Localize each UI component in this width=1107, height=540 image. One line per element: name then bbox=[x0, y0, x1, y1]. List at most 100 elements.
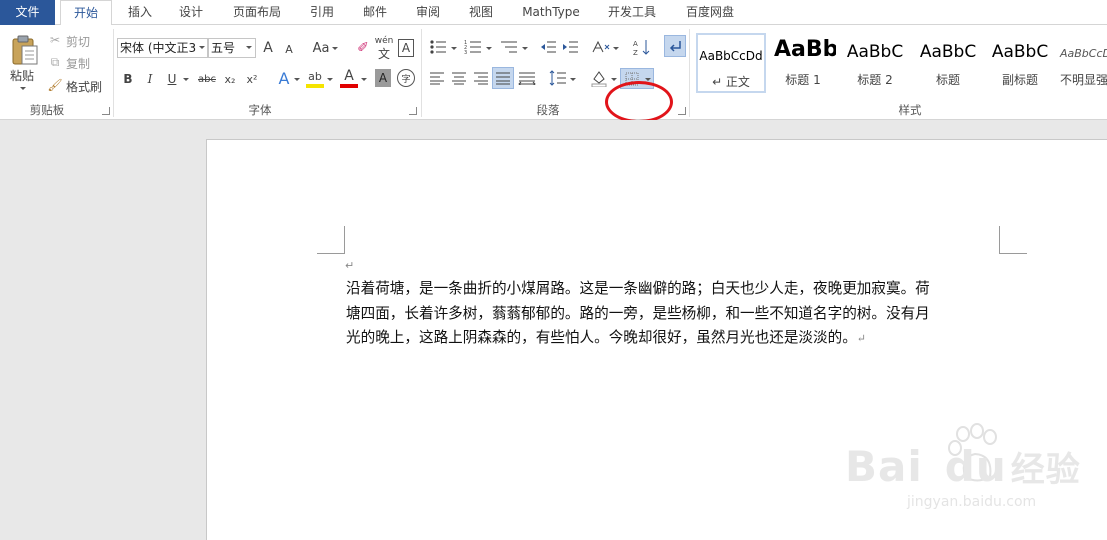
style-preview: AaBbCcD bbox=[1060, 47, 1107, 60]
change-case-dropdown-icon[interactable] bbox=[332, 47, 338, 50]
align-left-icon[interactable] bbox=[428, 69, 446, 87]
distributed-icon[interactable] bbox=[517, 69, 537, 87]
character-border-icon[interactable]: A bbox=[398, 39, 414, 57]
format-painter-button[interactable]: 格式刷 bbox=[66, 78, 102, 95]
style-normal[interactable]: AaBbCcDd ↵ 正文 bbox=[696, 33, 766, 93]
chinese-layout-icon[interactable] bbox=[590, 37, 612, 57]
style-preview: AaBbC bbox=[991, 42, 1049, 62]
group-label-clipboard: 剪贴板 bbox=[29, 103, 65, 117]
style-name: 标题 2 bbox=[857, 73, 893, 87]
chinese-layout-dropdown-icon[interactable] bbox=[613, 47, 619, 50]
highlight-color-bar bbox=[306, 84, 324, 88]
multilevel-list-icon[interactable] bbox=[498, 37, 520, 57]
character-shading-icon[interactable]: A bbox=[375, 69, 391, 87]
watermark-brand-part1: Bai bbox=[845, 442, 923, 491]
font-color-icon[interactable]: A bbox=[340, 67, 358, 85]
tab-view[interactable]: 视图 bbox=[456, 0, 506, 25]
bullets-dropdown-icon[interactable] bbox=[451, 47, 457, 50]
tab-developer[interactable]: 开发工具 bbox=[597, 0, 667, 25]
copy-button[interactable]: 复制 bbox=[66, 55, 90, 72]
paragraph-launcher-icon[interactable] bbox=[678, 107, 686, 115]
font-color-dropdown-icon[interactable] bbox=[361, 78, 367, 81]
change-case-icon[interactable]: Aa bbox=[310, 38, 332, 58]
style-subtitle[interactable]: AaBbC 副标题 bbox=[985, 33, 1055, 93]
paragraph-shading-icon[interactable] bbox=[589, 67, 609, 89]
tab-home[interactable]: 开始 bbox=[60, 0, 112, 26]
strikethrough-button[interactable]: abc bbox=[196, 69, 218, 89]
tab-references[interactable]: 引用 bbox=[297, 0, 347, 25]
text-line: 光的晚上，这路上阴森森的，有些怕人。今晚却很好，虽然月光也还是淡淡的。↵ bbox=[346, 326, 998, 352]
font-launcher-icon[interactable] bbox=[409, 107, 417, 115]
superscript-button[interactable]: x² bbox=[242, 69, 262, 89]
tab-page-layout[interactable]: 页面布局 bbox=[222, 0, 292, 25]
line-spacing-icon[interactable] bbox=[548, 68, 568, 88]
italic-button[interactable]: I bbox=[142, 69, 158, 89]
subscript-button[interactable]: x₂ bbox=[220, 69, 240, 89]
watermark-brand-part2: du bbox=[944, 442, 1007, 491]
grow-font-icon[interactable]: A bbox=[261, 38, 275, 58]
margin-corner-top-right bbox=[999, 226, 1027, 254]
line-spacing-dropdown-icon[interactable] bbox=[570, 78, 576, 81]
paste-dropdown-icon[interactable] bbox=[20, 87, 26, 90]
numbering-dropdown-icon[interactable] bbox=[486, 47, 492, 50]
style-heading-2[interactable]: AaBbC 标题 2 bbox=[840, 33, 910, 93]
sort-icon[interactable]: AZ bbox=[632, 37, 652, 57]
multilevel-dropdown-icon[interactable] bbox=[522, 47, 528, 50]
document-body-text[interactable]: 沿着荷塘，是一条曲折的小煤屑路。这是一条幽僻的路；白天也少人走，夜晚更加寂寞。荷… bbox=[346, 277, 998, 352]
text-effects-dropdown-icon[interactable] bbox=[294, 78, 300, 81]
svg-text:Z: Z bbox=[633, 49, 638, 56]
tab-review[interactable]: 审阅 bbox=[403, 0, 453, 25]
style-name: 副标题 bbox=[1001, 73, 1038, 87]
style-name: 不明显强 bbox=[1060, 73, 1107, 87]
empty-paragraph-mark: ↵ bbox=[345, 259, 355, 272]
font-size-dropdown-icon[interactable] bbox=[246, 46, 252, 49]
style-name: 标题 bbox=[935, 73, 960, 87]
scissors-icon[interactable]: ✂ bbox=[47, 32, 63, 48]
tab-file[interactable]: 文件 bbox=[0, 0, 55, 25]
enclose-characters-icon[interactable]: 字 bbox=[397, 69, 415, 87]
underline-button[interactable]: U bbox=[164, 69, 180, 89]
style-title[interactable]: AaBbC 标题 bbox=[913, 33, 983, 93]
text-effects-icon[interactable]: A bbox=[274, 67, 294, 89]
font-name-combo[interactable]: 宋体 (中文正3 bbox=[117, 38, 208, 58]
copy-icon[interactable]: ⧉ bbox=[47, 54, 63, 70]
clear-formatting-icon[interactable]: ✐ bbox=[354, 38, 372, 58]
bold-button[interactable]: B bbox=[120, 69, 136, 89]
tab-mathtype[interactable]: MathType bbox=[512, 0, 590, 25]
align-right-icon[interactable] bbox=[472, 69, 490, 87]
align-center-icon[interactable] bbox=[450, 69, 468, 87]
tab-mailings[interactable]: 邮件 bbox=[350, 0, 400, 25]
watermark-cn: 经验 bbox=[1010, 450, 1081, 490]
borders-highlight-ring bbox=[605, 81, 673, 123]
group-divider bbox=[689, 29, 690, 117]
cut-button[interactable]: 剪切 bbox=[66, 33, 90, 50]
bullets-icon[interactable] bbox=[428, 37, 448, 57]
numbering-icon[interactable]: 123 bbox=[463, 37, 483, 57]
font-name-dropdown-icon[interactable] bbox=[199, 46, 205, 49]
svg-text:A: A bbox=[633, 40, 638, 48]
decrease-indent-icon[interactable] bbox=[538, 37, 558, 57]
justify-icon[interactable] bbox=[492, 67, 514, 89]
increase-indent-icon[interactable] bbox=[560, 37, 580, 57]
tab-design[interactable]: 设计 bbox=[166, 0, 216, 25]
format-painter-icon[interactable]: 🖌 bbox=[47, 77, 63, 93]
underline-dropdown-icon[interactable] bbox=[183, 78, 189, 81]
tab-baidu-netdisk[interactable]: 百度网盘 bbox=[675, 0, 745, 25]
baidu-jingyan-watermark: Bai du 经验 jingyan.baidu.com bbox=[845, 422, 1095, 522]
styles-gallery: AaBbCcDd ↵ 正文 AaBb 标题 1 AaBbC 标题 2 AaBbC… bbox=[694, 33, 1107, 95]
highlight-dropdown-icon[interactable] bbox=[327, 78, 333, 81]
show-paragraph-marks-icon[interactable] bbox=[664, 35, 686, 57]
shading-dropdown-icon[interactable] bbox=[611, 78, 617, 81]
style-heading-1[interactable]: AaBb 标题 1 bbox=[770, 33, 836, 93]
tab-insert[interactable]: 插入 bbox=[115, 0, 165, 25]
style-subtle-emphasis[interactable]: AaBbCcD 不明显强 bbox=[1058, 33, 1107, 93]
ribbon-tab-bar: 文件 开始 插入 设计 页面布局 引用 邮件 审阅 视图 MathType 开发… bbox=[0, 0, 1107, 26]
clipboard-launcher-icon[interactable] bbox=[102, 107, 110, 115]
paste-icon[interactable] bbox=[8, 33, 42, 67]
shrink-font-icon[interactable]: A bbox=[283, 40, 295, 58]
style-name: 标题 1 bbox=[785, 73, 821, 87]
group-divider bbox=[113, 29, 114, 117]
highlight-icon[interactable]: ab bbox=[306, 67, 324, 85]
style-preview: AaBb bbox=[774, 37, 836, 62]
paste-button[interactable]: 粘贴 bbox=[10, 67, 34, 84]
